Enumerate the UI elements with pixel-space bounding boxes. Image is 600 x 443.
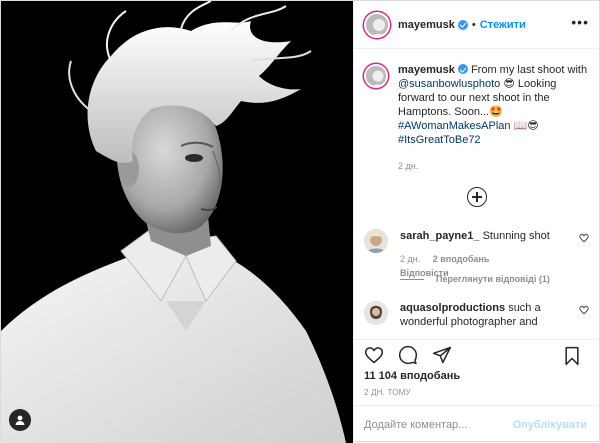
comment-item: sarah_payne1_ Stunning shot 2 дн. 2 впод… xyxy=(364,229,591,280)
star-eyes-emoji-icon: 🤩 xyxy=(489,106,503,118)
header-username[interactable]: mayemusk xyxy=(398,19,455,31)
comment-text: Stunning shot xyxy=(482,230,550,242)
post-timestamp: 2 ДН. ТОМУ xyxy=(364,388,411,397)
header-separator: • xyxy=(471,18,476,31)
caption-username[interactable]: mayemusk xyxy=(398,64,455,76)
comment-body: sarah_payne1_ Stunning shot 2 дн. 2 впод… xyxy=(400,229,560,280)
avatar[interactable] xyxy=(364,11,390,38)
publish-button[interactable]: Опублікувати xyxy=(513,419,587,431)
comment-username[interactable]: sarah_payne1_ xyxy=(400,230,480,242)
bookmark-icon[interactable] xyxy=(563,346,581,369)
post-header: mayemusk • Стежити ••• xyxy=(354,1,600,49)
post-modal: mayemusk • Стежити ••• mayemusk From my … xyxy=(0,0,600,443)
comment-likes[interactable]: 2 вподобань xyxy=(433,254,490,264)
comment-icon[interactable] xyxy=(398,345,418,365)
caption-avatar[interactable] xyxy=(364,64,388,88)
hashtag-link-1[interactable]: #AWomanMakesAPlan xyxy=(398,120,511,132)
caption-age: 2 дн. xyxy=(398,161,419,171)
view-replies-label[interactable]: Переглянути відповіді (1) xyxy=(436,274,550,284)
heart-icon[interactable] xyxy=(579,305,589,318)
post-photo[interactable] xyxy=(1,1,353,443)
share-icon[interactable] xyxy=(432,345,452,365)
hashtag-link-2[interactable]: #ItsGreatToBe72 xyxy=(398,134,481,146)
comments-list: mayemusk From my last shoot with @susanb… xyxy=(354,49,600,339)
smile-emoji-icon: 😎 xyxy=(527,120,539,132)
action-icons-row xyxy=(364,340,591,370)
commenter-avatar[interactable] xyxy=(364,301,388,325)
caption-line-1: From my last shoot with xyxy=(470,64,588,76)
follow-button[interactable]: Стежити xyxy=(480,19,526,31)
post-caption: mayemusk From my last shoot with @susanb… xyxy=(354,49,600,173)
comment-age: 2 дн. xyxy=(400,254,421,264)
heart-icon[interactable] xyxy=(579,233,589,246)
heart-icon[interactable] xyxy=(364,345,384,365)
commenter-avatar[interactable] xyxy=(364,229,388,253)
comment-item: aquasolproductions such a wonderful phot… xyxy=(364,301,591,329)
post-actions: 11 104 вподобань 2 ДН. ТОМУ xyxy=(354,339,600,397)
book-emoji-icon: 📖 xyxy=(513,120,528,132)
verified-badge-icon xyxy=(457,64,468,74)
comment-body: aquasolproductions such a wonderful phot… xyxy=(400,301,560,329)
caption-text: mayemusk From my last shoot with @susanb… xyxy=(398,63,591,173)
add-comment-bar: Опублікувати xyxy=(354,405,600,443)
caption-mention-link[interactable]: @susanbowlusphoto xyxy=(398,78,500,90)
likes-count[interactable]: 11 104 вподобань xyxy=(364,370,591,382)
post-side-panel: mayemusk • Стежити ••• mayemusk From my … xyxy=(353,1,600,443)
comment-username[interactable]: aquasolproductions xyxy=(400,302,505,314)
sunglasses-emoji-icon: 😎 xyxy=(503,78,515,90)
comment-input[interactable] xyxy=(364,418,514,431)
divider xyxy=(400,278,424,280)
user-tag-icon[interactable] xyxy=(9,409,31,431)
view-replies-button[interactable]: Переглянути відповіді (1) xyxy=(400,274,550,284)
more-options-icon[interactable]: ••• xyxy=(571,15,589,29)
verified-badge-icon xyxy=(457,19,468,30)
plus-circle-icon[interactable] xyxy=(467,187,487,207)
portrait-image xyxy=(1,1,353,443)
